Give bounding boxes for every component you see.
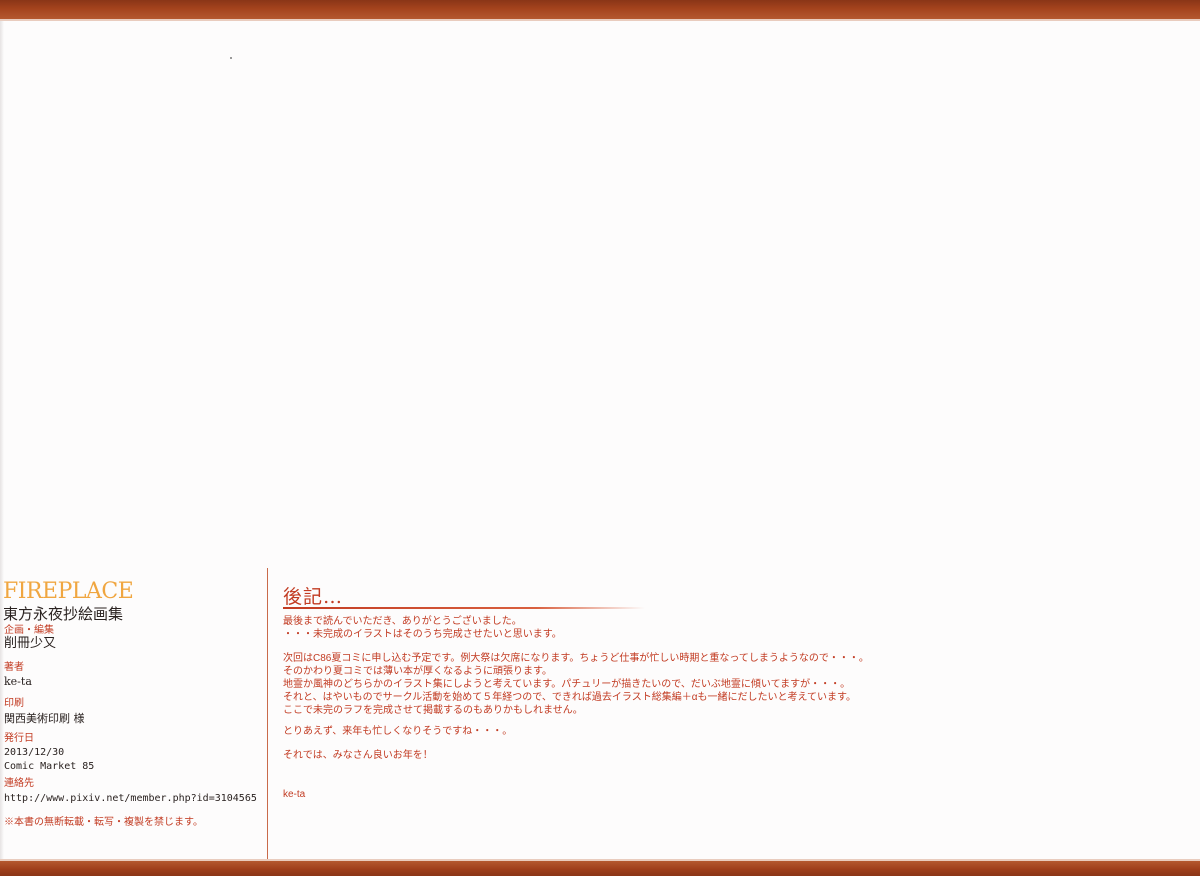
planning-value: 削冊少又 xyxy=(4,636,57,651)
print-label: 印刷 xyxy=(4,698,24,709)
afterword-title: 後記… xyxy=(283,586,344,608)
book-subtitle: 東方永夜抄絵画集 xyxy=(3,605,124,623)
afterword-line: とりあえず、来年も忙しくなりそうですね・・・。 xyxy=(283,726,513,737)
issue-event: Comic Market 85 xyxy=(4,761,95,772)
afterword-line: 最後まで読んでいただき、ありがとうございました。 xyxy=(283,616,522,627)
afterword-line: 地霊か風神のどちらかのイラスト集にしようと考えています。パチュリーが描きたいので… xyxy=(283,679,851,690)
copyright-notice: ※本書の無断転載・転写・複製を禁じます。 xyxy=(4,817,203,828)
afterword-line: そのかわり夏コミでは薄い本が厚くなるように頑張ります。 xyxy=(283,666,552,677)
author-label: 著者 xyxy=(4,662,24,673)
issue-date: 2013/12/30 xyxy=(4,747,65,758)
issue-date-label: 発行日 xyxy=(4,733,34,744)
print-value: 関西美術印刷 様 xyxy=(4,712,85,725)
contact-url: http://www.pixiv.net/member.php?id=31045… xyxy=(4,793,257,804)
afterword-line: ここで未完のラフを完成させて掲載するのもありかもしれません。 xyxy=(283,705,583,716)
author-value: ke-ta xyxy=(4,675,32,688)
top-border-band xyxy=(0,0,1200,19)
dust-speck xyxy=(230,57,232,59)
contact-label: 連絡先 xyxy=(4,778,34,789)
afterword-line: それと、はやいものでサークル活動を始めて５年経つので、できれば過去イラスト総集編… xyxy=(283,692,856,703)
afterword-signature: ke-ta xyxy=(283,789,306,800)
bottom-border-band xyxy=(0,861,1200,876)
book-title: FIREPLACE xyxy=(3,579,134,604)
top-border-edge xyxy=(0,19,1200,21)
vertical-divider xyxy=(267,568,268,859)
afterword-line: 次回はC86夏コミに申し込む予定です。例大祭は欠席になります。ちょうど仕事が忙し… xyxy=(283,653,869,664)
afterword-line: ・・・未完成のイラストはそのうち完成させたいと思います。 xyxy=(283,629,562,640)
afterword-line: それでは、みなさん良いお年を！ xyxy=(283,750,433,761)
afterword-title-underline xyxy=(283,607,645,609)
